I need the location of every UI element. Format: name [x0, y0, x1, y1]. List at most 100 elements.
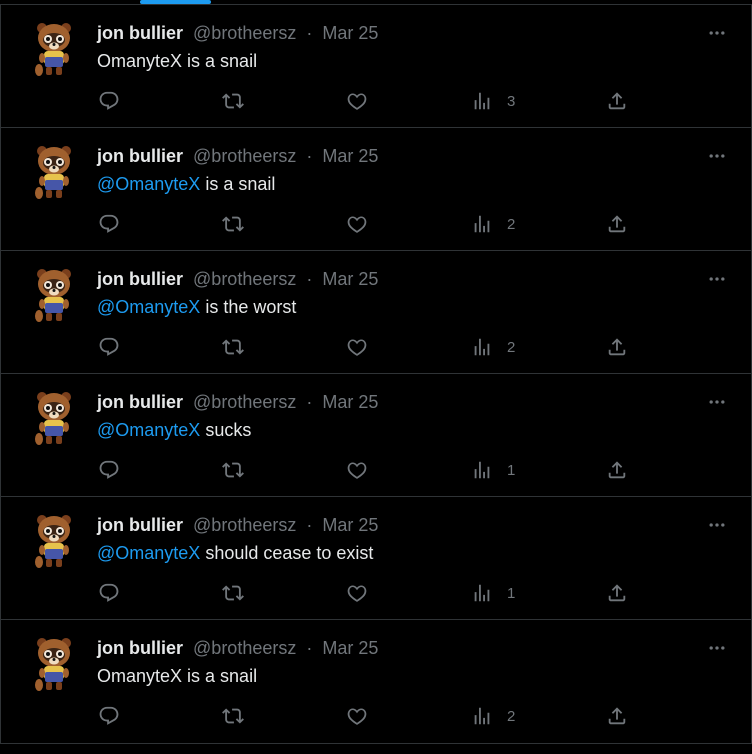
- reply-button[interactable]: [98, 335, 120, 359]
- heart-icon: [347, 708, 367, 725]
- author-handle[interactable]: @brotheersz: [193, 638, 296, 658]
- author-handle[interactable]: @brotheersz: [193, 515, 296, 535]
- reply-button[interactable]: [98, 212, 120, 236]
- tweet-actions: 1: [1, 458, 751, 482]
- share-button[interactable]: [606, 335, 628, 359]
- heart-icon: [347, 339, 367, 356]
- reply-button[interactable]: [98, 458, 120, 482]
- retweet-arrows-icon: [222, 93, 244, 109]
- retweet-button[interactable]: [222, 581, 244, 605]
- author-name[interactable]: jon bullier: [97, 392, 183, 412]
- avatar[interactable]: [33, 387, 75, 449]
- views-count: 1: [507, 461, 516, 479]
- tanuki-avatar-icon: [35, 392, 71, 445]
- more-button[interactable]: [707, 638, 727, 658]
- tweet[interactable]: jon bullier @brotheersz · Mar 25 @Omanyt…: [0, 127, 752, 250]
- tweet[interactable]: jon bullier @brotheersz · Mar 25 @Omanyt…: [0, 373, 752, 496]
- author-name[interactable]: jon bullier: [97, 23, 183, 43]
- views-button[interactable]: 1: [471, 581, 515, 605]
- share-button[interactable]: [606, 704, 628, 728]
- tweet-text-content: is the worst: [200, 297, 297, 317]
- share-button[interactable]: [606, 458, 628, 482]
- more-button[interactable]: [707, 515, 727, 535]
- tanuki-avatar-icon: [35, 23, 71, 76]
- tanuki-avatar-icon: [35, 269, 71, 322]
- tweet[interactable]: jon bullier @brotheersz · Mar 25 Omanyte…: [0, 619, 752, 744]
- mention-link[interactable]: @OmanyteX: [97, 543, 200, 563]
- more-horizontal-icon: [709, 646, 725, 650]
- reply-button[interactable]: [98, 581, 120, 605]
- separator-dot: ·: [306, 23, 313, 43]
- tweet-date[interactable]: Mar 25: [322, 146, 378, 166]
- like-button[interactable]: [346, 581, 368, 605]
- more-horizontal-icon: [709, 154, 725, 158]
- avatar[interactable]: [33, 264, 75, 326]
- tweet-header: jon bullier @brotheersz · Mar 25: [97, 145, 378, 167]
- retweet-arrows-icon: [222, 339, 244, 355]
- tweet[interactable]: jon bullier @brotheersz · Mar 25 @Omanyt…: [0, 496, 752, 619]
- author-name[interactable]: jon bullier: [97, 269, 183, 289]
- tweet-header: jon bullier @brotheersz · Mar 25: [97, 514, 378, 536]
- tweet-text: OmanyteX is a snail: [97, 50, 257, 72]
- author-handle[interactable]: @brotheersz: [193, 146, 296, 166]
- author-name[interactable]: jon bullier: [97, 146, 183, 166]
- more-button[interactable]: [707, 392, 727, 412]
- author-handle[interactable]: @brotheersz: [193, 392, 296, 412]
- mention-link[interactable]: @OmanyteX: [97, 420, 200, 440]
- avatar[interactable]: [33, 633, 75, 695]
- author-name[interactable]: jon bullier: [97, 638, 183, 658]
- share-upload-icon: [608, 584, 626, 602]
- like-button[interactable]: [346, 89, 368, 113]
- like-button[interactable]: [346, 335, 368, 359]
- views-button[interactable]: 3: [471, 89, 515, 113]
- tweet-date[interactable]: Mar 25: [322, 23, 378, 43]
- tweet-date[interactable]: Mar 25: [322, 269, 378, 289]
- tweet-actions: 2: [1, 704, 751, 728]
- mention-link[interactable]: @OmanyteX: [97, 297, 200, 317]
- tweet-text: @OmanyteX should cease to exist: [97, 542, 373, 564]
- reply-button[interactable]: [98, 704, 120, 728]
- avatar[interactable]: [33, 18, 75, 80]
- share-upload-icon: [608, 338, 626, 356]
- mention-link[interactable]: @OmanyteX: [97, 174, 200, 194]
- author-name[interactable]: jon bullier: [97, 515, 183, 535]
- views-bar-chart-icon: [474, 707, 490, 725]
- share-button[interactable]: [606, 212, 628, 236]
- tweet[interactable]: jon bullier @brotheersz · Mar 25 Omanyte…: [0, 4, 752, 127]
- retweet-button[interactable]: [222, 704, 244, 728]
- tweet-date[interactable]: Mar 25: [322, 392, 378, 412]
- like-button[interactable]: [346, 704, 368, 728]
- views-button[interactable]: 2: [471, 704, 515, 728]
- retweet-button[interactable]: [222, 212, 244, 236]
- avatar[interactable]: [33, 510, 75, 572]
- like-button[interactable]: [346, 212, 368, 236]
- more-button[interactable]: [707, 146, 727, 166]
- share-button[interactable]: [606, 89, 628, 113]
- retweet-arrows-icon: [222, 462, 244, 478]
- reply-button[interactable]: [98, 89, 120, 113]
- heart-icon: [347, 585, 367, 602]
- like-button[interactable]: [346, 458, 368, 482]
- views-button[interactable]: 2: [471, 212, 515, 236]
- separator-dot: ·: [306, 146, 313, 166]
- more-horizontal-icon: [709, 277, 725, 281]
- author-handle[interactable]: @brotheersz: [193, 23, 296, 43]
- avatar[interactable]: [33, 141, 75, 203]
- retweet-button[interactable]: [222, 89, 244, 113]
- author-handle[interactable]: @brotheersz: [193, 269, 296, 289]
- retweet-button[interactable]: [222, 458, 244, 482]
- more-button[interactable]: [707, 23, 727, 43]
- reply-bubble-icon: [99, 337, 119, 356]
- retweet-button[interactable]: [222, 335, 244, 359]
- tweet-date[interactable]: Mar 25: [322, 638, 378, 658]
- tweet-text-content: should cease to exist: [200, 543, 374, 563]
- share-button[interactable]: [606, 581, 628, 605]
- more-button[interactable]: [707, 269, 727, 289]
- views-count: 2: [507, 338, 516, 356]
- reply-bubble-icon: [99, 706, 119, 725]
- tweet-date[interactable]: Mar 25: [322, 515, 378, 535]
- views-button[interactable]: 1: [471, 458, 515, 482]
- tweet[interactable]: jon bullier @brotheersz · Mar 25 @Omanyt…: [0, 250, 752, 373]
- tweet-text-content: OmanyteX is a snail: [97, 666, 258, 686]
- views-button[interactable]: 2: [471, 335, 515, 359]
